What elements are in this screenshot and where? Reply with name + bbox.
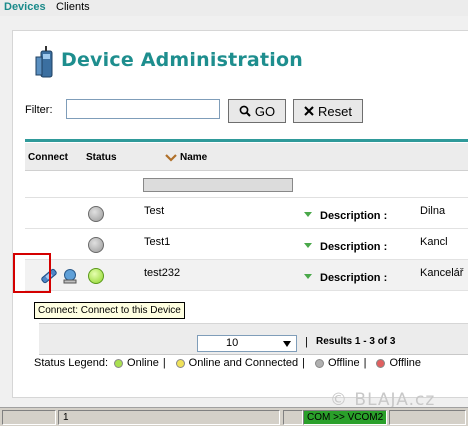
description-value: Kancelář bbox=[420, 267, 464, 279]
browser-statusbar: 1 COM >> VCOM2 bbox=[0, 407, 468, 426]
description-label: Description : bbox=[320, 241, 388, 253]
pager-separator: | bbox=[305, 336, 308, 348]
legend-separator: | bbox=[302, 357, 305, 369]
device-name: Test bbox=[144, 205, 165, 217]
nav-clients-link[interactable]: Clients bbox=[56, 1, 90, 13]
device-name: test232 bbox=[144, 267, 181, 279]
statusbar-cell: 1 bbox=[58, 410, 280, 425]
filter-input[interactable] bbox=[66, 99, 220, 119]
table-row: Test Description : Dilna bbox=[25, 198, 468, 229]
page-size-value: 10 bbox=[226, 337, 239, 349]
reset-label: Reset bbox=[318, 103, 352, 119]
statusbar-cell bbox=[389, 410, 466, 425]
legend-title: Status Legend: bbox=[34, 357, 109, 369]
go-label: GO bbox=[254, 103, 276, 119]
search-icon bbox=[239, 105, 251, 117]
legend-offline2: Offline bbox=[389, 357, 422, 369]
page-size-select[interactable]: 10 bbox=[197, 335, 297, 352]
monitor-icon[interactable] bbox=[61, 267, 79, 285]
connect-tooltip: Connect: Connect to this Device bbox=[34, 302, 185, 319]
reset-button[interactable]: Reset bbox=[293, 99, 363, 123]
top-nav: Devices Clients bbox=[0, 0, 468, 16]
col-connect: Connect bbox=[28, 152, 68, 163]
device-icon bbox=[35, 46, 53, 78]
expand-arrow-icon[interactable] bbox=[304, 274, 312, 279]
legend-online-icon bbox=[114, 358, 124, 368]
filter-label: Filter: bbox=[25, 104, 53, 116]
results-count: Results 1 - 3 of 3 bbox=[316, 336, 396, 347]
description-value: Kancl bbox=[420, 236, 448, 248]
com-port-status: COM >> VCOM2 bbox=[303, 410, 387, 425]
name-filter-row bbox=[25, 172, 468, 198]
status-online-icon bbox=[88, 268, 104, 284]
statusbar-cell bbox=[283, 410, 303, 425]
legend-offline2-icon bbox=[376, 358, 386, 368]
table-header: Connect Status Name bbox=[25, 143, 468, 171]
nav-devices-link[interactable]: Devices bbox=[4, 1, 46, 13]
table-row: Test1 Description : Kancl bbox=[25, 229, 468, 260]
description-label: Description : bbox=[320, 210, 388, 222]
col-status: Status bbox=[86, 152, 117, 163]
status-legend: Status Legend: Online | Online and Conne… bbox=[34, 357, 421, 369]
highlight-box bbox=[13, 253, 51, 293]
legend-offline: Offline bbox=[328, 357, 360, 369]
device-name: Test1 bbox=[144, 236, 171, 248]
col-name-label: Name bbox=[180, 152, 208, 163]
statusbar-cell bbox=[2, 410, 56, 425]
description-label: Description : bbox=[320, 272, 388, 284]
col-name[interactable]: Name bbox=[165, 152, 207, 163]
page-title: Device Administration bbox=[61, 49, 303, 71]
legend-online: Online bbox=[127, 357, 159, 369]
description-value: Dilna bbox=[420, 205, 446, 217]
expand-arrow-icon[interactable] bbox=[304, 243, 312, 248]
dropdown-caret-icon bbox=[283, 341, 291, 347]
name-filter-input[interactable] bbox=[143, 178, 293, 192]
table-row: test232 Description : Kancelář bbox=[25, 260, 468, 291]
expand-arrow-icon[interactable] bbox=[304, 212, 312, 217]
close-icon bbox=[304, 106, 314, 116]
legend-connected: Online and Connected bbox=[188, 357, 299, 369]
device-admin-panel: Device Administration Filter: GO Reset C… bbox=[12, 30, 468, 398]
legend-separator: | bbox=[162, 357, 166, 369]
legend-connected-icon bbox=[175, 358, 185, 368]
pager: 10 | Results 1 - 3 of 3 bbox=[39, 323, 468, 355]
sort-chevron-icon bbox=[165, 153, 177, 162]
status-offline-icon bbox=[88, 237, 104, 253]
legend-offline-icon bbox=[315, 358, 324, 368]
status-offline-icon bbox=[88, 206, 104, 222]
table-divider bbox=[25, 139, 468, 142]
go-button[interactable]: GO bbox=[228, 99, 286, 123]
legend-separator: | bbox=[363, 357, 367, 369]
